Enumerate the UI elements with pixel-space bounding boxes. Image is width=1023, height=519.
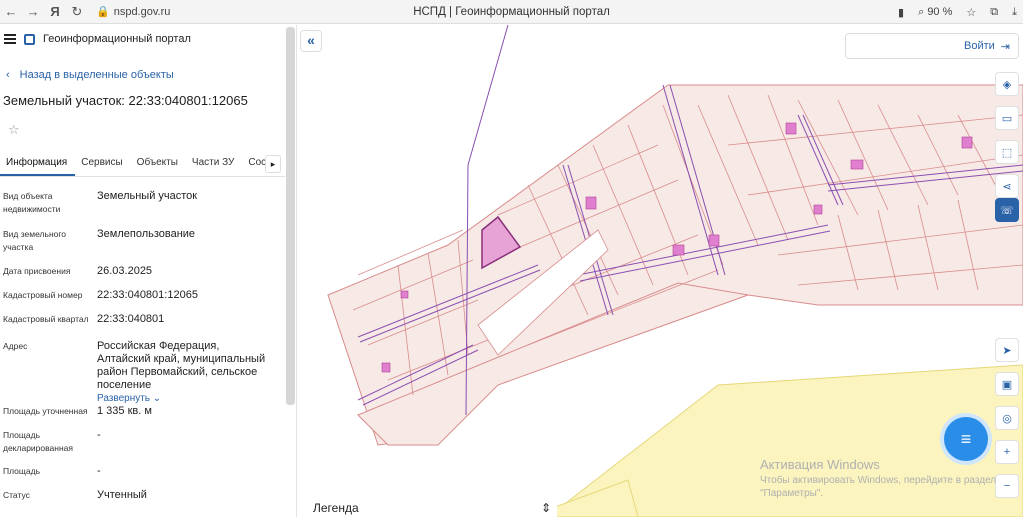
login-button[interactable]: Войти ⇥	[845, 33, 1019, 59]
tab-parts[interactable]: Части ЗУ	[186, 153, 242, 176]
geolocation-icon[interactable]: ➤	[995, 338, 1019, 362]
legend-toggle[interactable]: Легенда ⇕	[305, 497, 557, 519]
field-status: Статус Учтенный	[3, 489, 147, 501]
address-bar[interactable]: 🔒 nspd.gov.ru	[96, 5, 171, 19]
address-text: Российская Федерация, Алтайский край, му…	[97, 340, 266, 391]
field-cadastral-number: Кадастровый номер 22:33:040801:12065	[3, 289, 198, 301]
back-link[interactable]: ‹ Назад в выделенные объекты	[6, 69, 174, 81]
favorite-star-icon[interactable]: ☆	[8, 122, 20, 138]
tabs-scroll-right-icon[interactable]: ▸	[265, 155, 281, 173]
layers-icon[interactable]: ◈	[995, 72, 1019, 96]
help-chat-icon[interactable]: ☏	[995, 198, 1019, 222]
field-cadastral-quarter: Кадастровый квартал 22:33:040801	[3, 313, 165, 325]
tab-services[interactable]: Сервисы	[75, 153, 130, 176]
field-area-specified: Площадь уточненная 1 335 кв. м	[3, 405, 152, 417]
back-arrow-icon[interactable]: ←	[0, 4, 22, 19]
field-assign-date: Дата присвоения 26.03.2025	[3, 265, 153, 277]
windows-activation-watermark: Активация Windows Чтобы активировать Win…	[760, 457, 997, 499]
reload-icon[interactable]: ↻	[66, 4, 88, 20]
bookmark-icon[interactable]: ▮	[898, 6, 904, 19]
expand-arrows-icon: ⇕	[540, 501, 551, 515]
portal-logo-icon	[24, 33, 35, 45]
browser-toolbar: ← → Я ↻ 🔒 nspd.gov.ru НСПД | Геоинформац…	[0, 0, 1023, 24]
field-area: Площадь -	[3, 465, 101, 477]
login-icon: ⇥	[1000, 40, 1010, 53]
zoom-indicator[interactable]: ⌕ 90 %	[918, 6, 952, 19]
lock-icon: 🔒	[96, 6, 110, 18]
select-area-icon[interactable]: ⬚	[995, 140, 1019, 164]
field-address: Адрес Российская Федерация, Алтайский кр…	[3, 340, 283, 405]
tab-bar: Информация Сервисы Объекты Части ЗУ Сост…	[0, 153, 285, 177]
download-icon[interactable]: ⤓	[1012, 6, 1017, 19]
field-object-type: Вид объекта недвижимости Земельный участ…	[3, 190, 198, 214]
share-icon[interactable]: ⋖	[995, 174, 1019, 198]
ruler-icon[interactable]: ▭	[995, 106, 1019, 130]
screen-icon[interactable]: ▣	[995, 372, 1019, 396]
panel-scrollbar[interactable]	[286, 27, 295, 405]
tab-objects[interactable]: Объекты	[131, 153, 186, 176]
url-text: nspd.gov.ru	[113, 5, 171, 18]
chevron-left-icon: ‹	[6, 69, 10, 81]
chat-icon: ≡	[960, 428, 972, 449]
expand-link[interactable]: Развернуть ⌄	[97, 393, 161, 404]
star-icon[interactable]: ☆	[966, 6, 976, 19]
collapse-panel-button[interactable]: «	[300, 30, 322, 52]
field-parcel-type: Вид земельного участка Землепользование	[3, 228, 196, 252]
page-title: Земельный участок: 22:33:040801:12065	[3, 93, 248, 108]
field-area-declared: Площадь декларированная -	[3, 429, 101, 453]
chat-assistant-button[interactable]: ≡	[944, 417, 988, 461]
app-name: Геоинформационный портал	[43, 33, 191, 45]
tab-info[interactable]: Информация	[0, 153, 76, 176]
collections-icon[interactable]: ⧉	[990, 6, 998, 19]
menu-icon[interactable]	[4, 34, 16, 44]
yandex-icon[interactable]: Я	[44, 4, 66, 19]
map-canvas[interactable]	[298, 25, 1023, 517]
forward-arrow-icon[interactable]: →	[22, 4, 44, 19]
info-panel: Геоинформационный портал ‹ Назад в выдел…	[0, 25, 297, 517]
cadastral-map[interactable]	[298, 25, 1023, 517]
search-location-icon[interactable]: ◎	[995, 406, 1019, 430]
